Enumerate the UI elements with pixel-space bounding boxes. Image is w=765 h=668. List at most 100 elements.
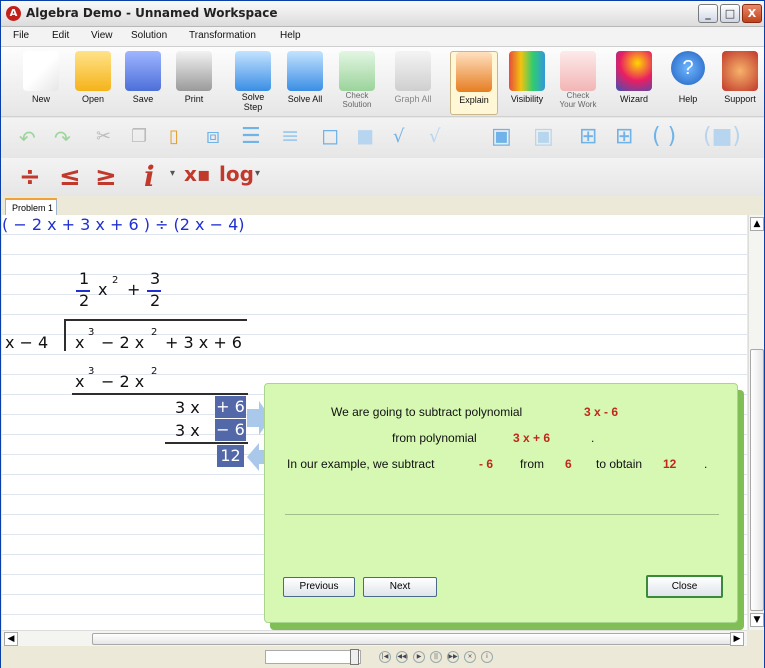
division-bracket [64, 319, 66, 351]
support-person-icon [722, 51, 758, 91]
play-icon[interactable]: ▶ [413, 651, 425, 663]
row-a-left: 3 x [175, 398, 200, 417]
solve-step-button[interactable]: Solve Step [233, 51, 273, 115]
greater-equal-icon[interactable]: ≥ [95, 162, 117, 192]
save-button[interactable]: Save [123, 51, 163, 115]
dividend-exp-2: 2 [151, 327, 158, 338]
row-b-box: − 6 [215, 419, 246, 441]
menu-solution[interactable]: Solution [131, 30, 167, 41]
support-button[interactable]: Support [718, 51, 762, 115]
problem-expression: ( − 2 x + 3 x + 6 ) ÷ (2 x − 4) [2, 215, 245, 234]
slider-handle[interactable] [350, 649, 359, 665]
explain-line3-from: from [520, 457, 544, 471]
vertical-scroll-thumb[interactable] [750, 349, 764, 611]
menu-file[interactable]: File [13, 30, 29, 41]
scroll-right-icon[interactable]: ▶ [730, 632, 744, 646]
next-button[interactable]: Next [363, 577, 437, 597]
sub-x: x [75, 372, 85, 391]
check-your-work-button[interactable]: Check Your Work [555, 51, 601, 115]
explain-button[interactable]: Explain [450, 51, 498, 115]
sub-rule-2 [165, 442, 248, 444]
visibility-button[interactable]: Visibility [504, 51, 550, 115]
log-icon[interactable]: log [219, 162, 254, 186]
new-button[interactable]: New [21, 51, 61, 115]
playback-slider[interactable] [265, 649, 361, 665]
pause-icon[interactable]: || [430, 651, 442, 663]
horizontal-scrollbar[interactable]: ◀ ▶ [2, 630, 747, 646]
minimize-button[interactable]: _ [698, 4, 718, 23]
parentheses-icon[interactable]: ( ) [652, 124, 676, 149]
help-button[interactable]: ? Help [668, 51, 708, 115]
close-panel-button[interactable]: Close [646, 575, 723, 598]
nth-root-icon[interactable]: √ [429, 126, 440, 147]
fraction-line-icon[interactable]: ≡ [281, 124, 299, 149]
cut-icon[interactable]: ✂ [96, 126, 111, 147]
vertical-scrollbar[interactable]: ▲ ▼ [748, 215, 764, 630]
subscript-icon[interactable]: ◼ [356, 124, 374, 149]
matrix-icon[interactable]: ⊞ [579, 124, 597, 149]
new-document-icon [23, 51, 59, 91]
graph-all-button[interactable]: Graph All [389, 51, 437, 115]
stacked-fraction-icon[interactable]: ☰ [241, 124, 261, 149]
app-window: A Algebra Demo - Unnamed Workspace _ □ X… [0, 0, 765, 668]
divide-icon[interactable]: ÷ [19, 162, 41, 192]
previous-button[interactable]: Previous [283, 577, 355, 597]
copy-icon[interactable]: ❐ [131, 126, 147, 147]
abs-value-alt-icon[interactable]: ▣ [533, 124, 554, 149]
new-label: New [31, 94, 50, 104]
quotient-plus: + [127, 280, 141, 299]
open-button[interactable]: Open [73, 51, 113, 115]
info-icon[interactable]: i [481, 651, 493, 663]
paste-icon[interactable]: ▯ [169, 126, 179, 147]
menu-view[interactable]: View [91, 30, 113, 41]
check-work-label-2: Your Work [559, 100, 597, 109]
scroll-down-icon[interactable]: ▼ [750, 613, 764, 627]
maximize-button[interactable]: □ [720, 4, 740, 23]
menu-transformation[interactable]: Transformation [189, 30, 256, 41]
redo-icon[interactable]: ↷ [54, 126, 71, 150]
wizard-label: Wizard [619, 94, 648, 104]
quotient-numerator-1: 1 [79, 269, 90, 288]
fraction-layout-icon[interactable]: ⧈ [206, 124, 220, 149]
quotient-denominator-2: 2 [150, 291, 161, 310]
scroll-left-icon[interactable]: ◀ [4, 632, 18, 646]
skip-start-icon[interactable]: |◀ [379, 651, 391, 663]
fast-forward-icon[interactable]: ▶▶ [447, 651, 459, 663]
app-logo-icon: A [6, 6, 21, 21]
result-box: 12 [217, 445, 244, 467]
imaginary-i-icon[interactable]: i [144, 160, 155, 193]
row-b-left: 3 x [175, 421, 200, 440]
title-bar[interactable]: A Algebra Demo - Unnamed Workspace _ □ X [1, 1, 764, 27]
horizontal-scroll-thumb[interactable] [92, 633, 732, 645]
print-button[interactable]: Print [174, 51, 214, 115]
tab-problem-1[interactable]: Problem 1 [5, 198, 57, 216]
dividend-exp-1: 3 [88, 327, 95, 338]
check-solution-button[interactable]: Check Solution [336, 51, 378, 115]
menu-help[interactable]: Help [280, 30, 301, 41]
explain-line2-value: 3 x + 6 [513, 431, 551, 445]
subscript-x-icon[interactable]: x▪ [184, 162, 210, 186]
chevron-down-icon[interactable]: ▾ [255, 168, 260, 179]
explain-line3-value-3: 12 [663, 457, 677, 471]
stop-icon[interactable]: × [464, 651, 476, 663]
menu-edit[interactable]: Edit [52, 30, 69, 41]
status-bar: |◀ ◀◀ ▶ || ▶▶ × i [1, 646, 764, 668]
solve-step-label-1: Solve [241, 92, 265, 102]
exponent-icon[interactable]: ◻ [321, 124, 339, 149]
brackets-icon[interactable]: (■) [703, 124, 741, 149]
wizard-button[interactable]: Wizard [614, 51, 654, 115]
abs-value-icon[interactable]: ▣ [491, 124, 512, 149]
matrix-alt-icon[interactable]: ⊞ [615, 124, 633, 149]
scroll-up-icon[interactable]: ▲ [750, 217, 764, 231]
close-window-button[interactable]: X [742, 4, 762, 23]
solve-all-button[interactable]: Solve All [281, 51, 329, 115]
rewind-icon[interactable]: ◀◀ [396, 651, 408, 663]
checkmark-icon [339, 51, 375, 91]
sqrt-icon[interactable]: √ [393, 126, 404, 147]
chevron-down-icon[interactable]: ▾ [170, 168, 175, 179]
explain-line3-end: . [704, 457, 708, 471]
less-equal-icon[interactable]: ≤ [59, 162, 81, 192]
main-toolbar: New Open Save Print Solve Step Solve All … [1, 47, 764, 117]
undo-icon[interactable]: ↶ [19, 126, 36, 150]
dividend-term-2: − 2 x [101, 333, 145, 352]
